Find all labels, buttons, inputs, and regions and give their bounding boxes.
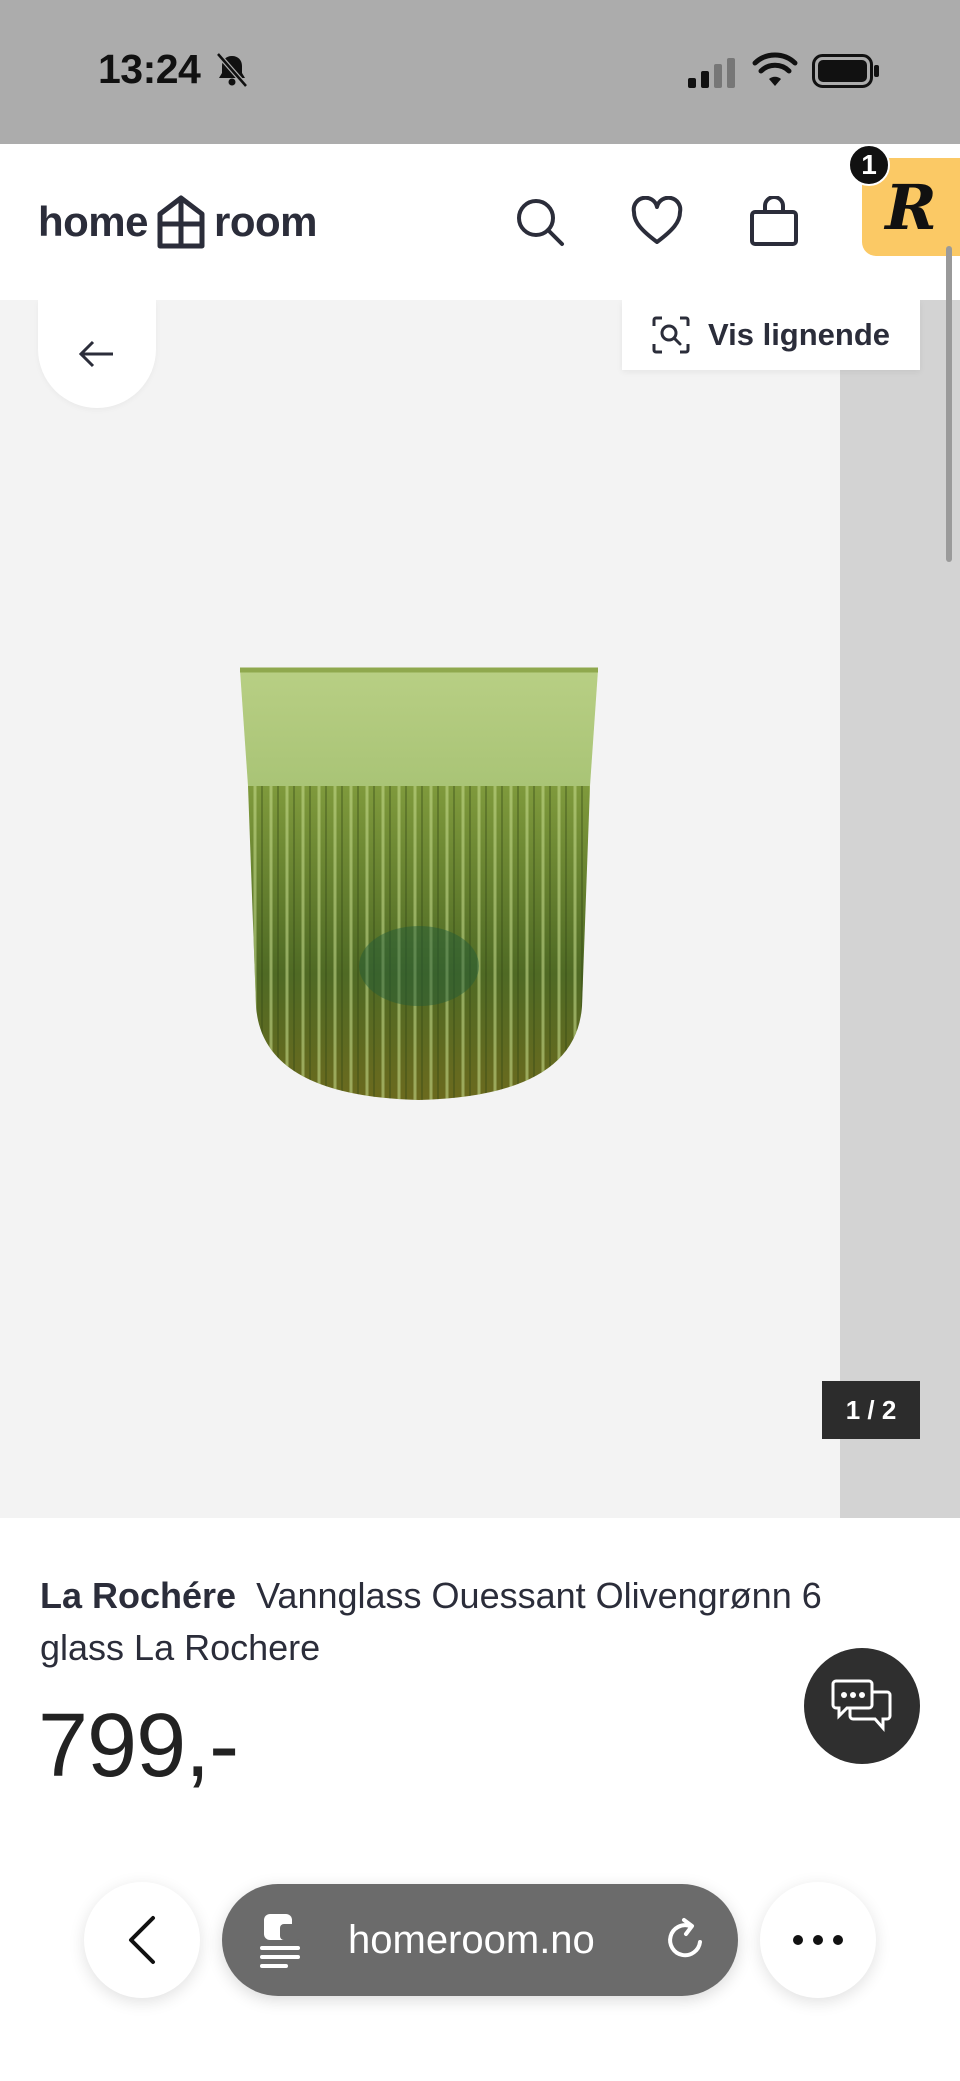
browser-more-button[interactable] — [760, 1882, 876, 1998]
homeroom-logo[interactable]: home room — [38, 194, 318, 250]
address-bar[interactable]: homeroom.no — [222, 1884, 738, 1996]
rewards-logo-letter: R — [885, 170, 937, 244]
chat-button[interactable] — [804, 1648, 920, 1764]
arrow-left-icon — [78, 340, 113, 368]
chevron-left-icon — [129, 1916, 155, 1964]
visual-search-icon — [652, 316, 690, 354]
reload-icon[interactable] — [662, 1916, 710, 1964]
image-pager: 1 / 2 — [822, 1381, 920, 1439]
chat-bubbles-icon — [831, 1679, 892, 1732]
status-time: 13:24 — [98, 46, 201, 92]
bell-muted-icon — [216, 52, 248, 88]
battery-icon — [812, 54, 879, 88]
heart-icon[interactable] — [631, 196, 683, 248]
page-menu-icon[interactable] — [258, 1912, 306, 1968]
product-price: 799,- — [38, 1696, 239, 1796]
product-brand[interactable]: La Rochére — [40, 1575, 236, 1616]
cellular-signal-icon — [688, 58, 735, 88]
house-logo-icon — [157, 195, 205, 249]
status-bar: 13:24 — [0, 0, 960, 144]
site-header: home room R 1 — [0, 144, 960, 300]
logo-text-home: home — [38, 198, 149, 245]
product-image-gallery[interactable]: Vis lignende 1 / 2 — [0, 300, 960, 1518]
browser-back-button[interactable] — [84, 1882, 200, 1998]
shopping-bag-icon[interactable] — [748, 196, 800, 248]
search-icon[interactable] — [514, 196, 566, 248]
more-dots-icon — [793, 1935, 843, 1945]
product-glass-image — [240, 667, 598, 1100]
show-similar-label: Vis lignende — [708, 317, 891, 352]
next-image-peek[interactable] — [840, 300, 960, 1518]
product-title: La Rochére Vannglass Ouessant Olivengrøn… — [40, 1570, 900, 1674]
url-text[interactable]: homeroom.no — [348, 1918, 595, 1963]
wifi-icon — [752, 52, 798, 86]
page-scrollbar[interactable] — [946, 246, 952, 562]
logo-text-room: room — [214, 198, 318, 245]
back-button[interactable] — [38, 300, 156, 408]
rewards-count-badge: 1 — [848, 144, 890, 186]
show-similar-button[interactable]: Vis lignende — [622, 300, 920, 370]
